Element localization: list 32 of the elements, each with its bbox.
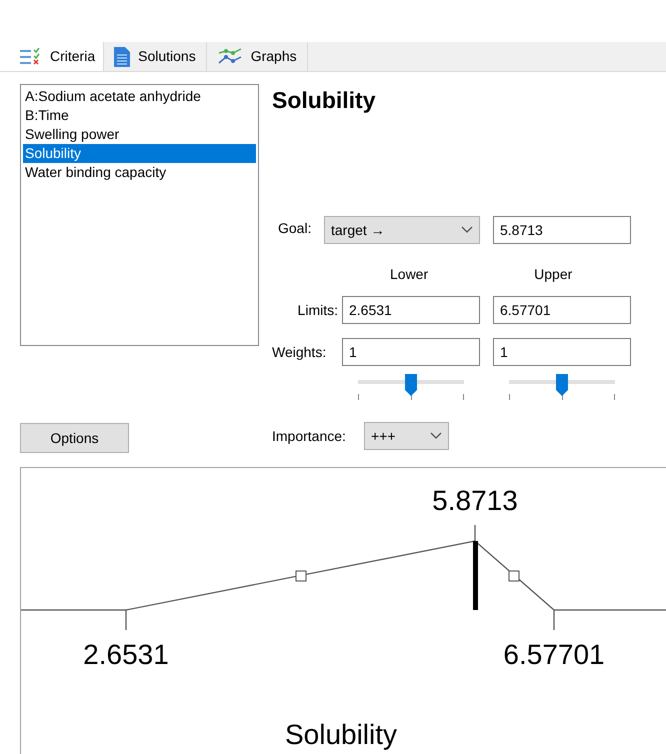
target-value-label: 5.8713 — [432, 484, 518, 518]
caret-icon — [430, 432, 442, 440]
goal-label: Goal: — [277, 219, 312, 238]
document-icon — [114, 46, 130, 66]
lower-weight-field[interactable]: 1 — [342, 338, 480, 366]
checklist-icon — [20, 48, 42, 66]
limits-label: Limits: — [296, 300, 339, 320]
importance-dropdown[interactable]: +++ — [364, 422, 449, 450]
list-item[interactable]: Swelling power — [23, 125, 256, 144]
slider-thumb[interactable] — [556, 374, 568, 396]
list-item[interactable]: A:Sodium acetate anhydride — [23, 87, 256, 106]
criterion-title: Solubility — [272, 86, 376, 114]
lower-limit-label: 2.6531 — [83, 638, 169, 672]
column-header: Lower — [390, 265, 428, 284]
line-graph-icon — [216, 46, 243, 66]
axis-title: Solubility — [284, 718, 398, 752]
list-item[interactable]: B:Time — [23, 106, 256, 125]
caret-icon — [461, 226, 473, 234]
upper-limit-label: 6.57701 — [503, 638, 605, 672]
tab[interactable]: Criteria — [0, 42, 104, 71]
weights-label: Weights: — [272, 342, 328, 362]
target-field[interactable]: 5.8713 — [493, 216, 631, 244]
upper-weight-field[interactable]: 1 — [493, 338, 631, 366]
list-item[interactable]: Water binding capacity — [23, 163, 256, 182]
importance-label: Importance: — [272, 426, 347, 446]
options-button[interactable]: Options — [20, 423, 129, 453]
column-header: Upper — [534, 265, 572, 284]
list-item[interactable]: Solubility — [23, 144, 256, 163]
slider-thumb[interactable] — [405, 374, 417, 396]
lower-limit-field[interactable]: 2.6531 — [342, 296, 480, 324]
upper-limit-field[interactable]: 6.57701 — [493, 296, 631, 324]
goal-dropdown[interactable]: target → — [324, 216, 480, 244]
